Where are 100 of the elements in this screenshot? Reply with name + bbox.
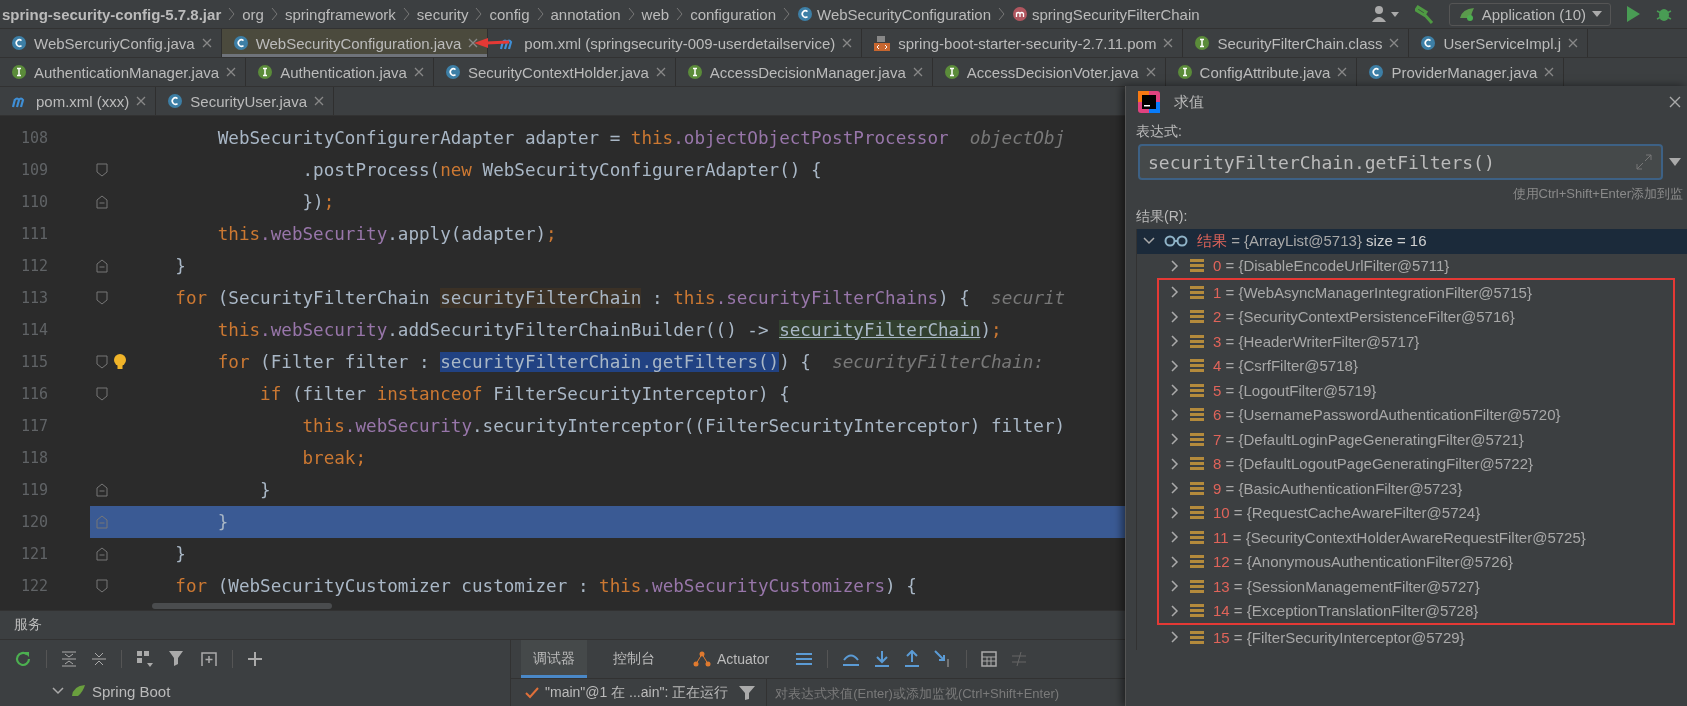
panel-tab[interactable]: 控制台 (601, 640, 667, 678)
chevron-icon[interactable] (1169, 259, 1181, 272)
tree-item[interactable]: 12 = {AnonymousAuthenticationFilter@5726} (1213, 553, 1513, 571)
tree-item[interactable]: 14 = {ExceptionTranslationFilter@5728} (1213, 602, 1479, 620)
breadcrumb-item[interactable]: security (416, 5, 469, 23)
run-icon[interactable] (1625, 5, 1641, 23)
breadcrumb-item[interactable]: web (641, 5, 670, 23)
close-icon[interactable] (1145, 67, 1156, 77)
filter-icon[interactable] (738, 685, 757, 701)
table-icon[interactable] (981, 651, 998, 667)
chevron-icon[interactable] (1169, 457, 1181, 470)
chevron-icon[interactable] (52, 685, 64, 697)
tree-item[interactable]: 6 = {UsernamePasswordAuthenticationFilter@5720} (1213, 406, 1561, 424)
close-icon[interactable] (1669, 96, 1681, 108)
collapse-all-icon[interactable] (91, 651, 107, 667)
group-icon[interactable] (136, 650, 154, 668)
chevron-icon[interactable] (1169, 531, 1181, 544)
breadcrumb-item[interactable]: org (242, 5, 264, 23)
editor-tab[interactable]: AccessDecisionManager.java (675, 58, 933, 86)
tree-item[interactable]: 0 = {DisableEncodeUrlFilter@5711} (1213, 257, 1450, 275)
close-icon[interactable] (655, 67, 666, 77)
chevron-icon[interactable] (1169, 580, 1181, 593)
fold-marker-icon[interactable] (95, 547, 108, 561)
new-tab-icon[interactable] (200, 650, 218, 668)
fold-marker-icon[interactable] (95, 483, 108, 497)
close-icon[interactable] (226, 67, 237, 77)
chevron-icon[interactable] (1169, 506, 1181, 519)
close-icon[interactable] (1163, 38, 1174, 48)
editor-tab[interactable]: AuthenticationManager.java (0, 58, 247, 86)
editor-tab[interactable]: pom.xml (springsecurity-009-userdetailservice) (488, 29, 863, 57)
fold-marker-icon[interactable] (95, 579, 108, 593)
refresh-icon[interactable] (14, 650, 32, 668)
chevron-icon[interactable] (1169, 631, 1181, 644)
dropdown-arrow-icon[interactable] (1669, 158, 1681, 166)
tree-item[interactable]: Spring Boot (92, 682, 171, 700)
tree-item[interactable]: 4 = {CsrfFilter@5718} (1213, 357, 1358, 375)
chevron-icon[interactable] (1169, 384, 1181, 397)
breadcrumb-item[interactable]: configuration (690, 5, 777, 23)
chevron-icon[interactable] (1169, 286, 1181, 299)
close-icon[interactable] (912, 67, 923, 77)
tree-row[interactable]: 结果 = {ArrayList@5713} size = 16 (1137, 229, 1687, 254)
chevron-icon[interactable] (1169, 555, 1181, 568)
expand-icon[interactable] (1635, 153, 1653, 171)
fold-marker-icon[interactable] (95, 259, 108, 273)
editor-tab[interactable]: SecurityFilterChain.class (1183, 29, 1410, 57)
step-out-icon[interactable] (904, 650, 921, 668)
menu-icon[interactable] (795, 652, 814, 666)
chevron-icon[interactable] (1169, 359, 1181, 372)
editor-tab[interactable]: spring-boot-starter-security-2.7.11.pom (862, 29, 1184, 57)
tree-item[interactable]: 3 = {HeaderWriterFilter@5717} (1213, 332, 1420, 350)
chevron-icon[interactable] (1169, 482, 1181, 495)
close-icon[interactable] (842, 38, 853, 48)
editor-tab[interactable]: SecurityContextHolder.java (433, 58, 676, 86)
editor-tab[interactable]: UserServiceImpl.j (1409, 29, 1588, 57)
tree-item[interactable]: 7 = {DefaultLoginPageGeneratingFilter@5721} (1213, 430, 1524, 448)
user-icon[interactable] (1370, 5, 1401, 23)
filter-icon[interactable] (168, 650, 186, 668)
scrollbar-thumb[interactable] (152, 603, 332, 609)
breadcrumb-item[interactable]: config (489, 5, 530, 23)
close-icon[interactable] (413, 67, 424, 77)
tree-item[interactable]: 15 = {FilterSecurityInterceptor@5729} (1213, 628, 1465, 646)
breadcrumb-item[interactable]: springSecurityFilterChain (1032, 5, 1200, 23)
thread-dropdown[interactable]: "main"@1 在 ...ain": 正在运行 (525, 684, 729, 702)
tree-item[interactable]: 11 = {SecurityContextHolderAwareRequestFilter@5725} (1213, 528, 1586, 546)
tree-item[interactable]: 2 = {SecurityContextPersistenceFilter@5716} (1213, 308, 1515, 326)
run-configuration-dropdown[interactable]: Application (10) (1448, 2, 1611, 26)
editor-tab[interactable]: pom.xml (xxx) (0, 87, 157, 115)
expression-input-field[interactable]: securityFilterChain.getFilters() (1138, 144, 1663, 180)
tree-item[interactable]: 10 = {RequestCacheAwareFilter@5724} (1213, 504, 1481, 522)
chevron-icon[interactable] (1169, 408, 1181, 421)
breadcrumb-item[interactable]: WebSecurityConfiguration (817, 5, 991, 23)
fold-marker-icon[interactable] (95, 355, 108, 369)
tree-item[interactable]: 9 = {BasicAuthenticationFilter@5723} (1213, 479, 1463, 497)
editor-tab[interactable]: WebSecurityConfiguration.java (221, 29, 489, 57)
hammer-icon[interactable] (1414, 4, 1435, 24)
close-icon[interactable] (468, 38, 479, 48)
editor-tab[interactable]: WebSercuriyConfig.java (0, 29, 222, 57)
add-icon[interactable] (247, 651, 263, 667)
close-icon[interactable] (314, 96, 325, 106)
panel-tab[interactable]: Actuator (681, 640, 782, 678)
editor-tab[interactable]: SecurityUser.java (156, 87, 335, 115)
close-icon[interactable] (1389, 38, 1400, 48)
breadcrumb-item[interactable]: springframework (284, 5, 396, 23)
tree-item[interactable]: 5 = {LogoutFilter@5719} (1213, 381, 1377, 399)
tree-item[interactable]: 8 = {DefaultLogoutPageGeneratingFilter@5722} (1213, 455, 1534, 473)
fold-marker-icon[interactable] (95, 195, 108, 209)
fold-marker-icon[interactable] (95, 515, 108, 529)
chevron-icon[interactable] (1169, 335, 1181, 348)
editor-tab[interactable]: Authentication.java (246, 58, 434, 86)
fold-marker-icon[interactable] (95, 387, 108, 401)
close-icon[interactable] (201, 38, 212, 48)
tree-item[interactable]: 13 = {SessionManagementFilter@5727} (1213, 577, 1480, 595)
breadcrumb-item[interactable]: spring-security-config-5.7.8.jar (2, 5, 222, 23)
breadcrumb-item[interactable]: annotation (550, 5, 621, 23)
close-icon[interactable] (1544, 67, 1555, 77)
fold-marker-icon[interactable] (95, 291, 108, 305)
chevron-icon[interactable] (1169, 604, 1181, 617)
fold-marker-icon[interactable] (95, 163, 108, 177)
panel-tab[interactable]: 调试器 (521, 640, 587, 678)
close-icon[interactable] (1337, 67, 1348, 77)
